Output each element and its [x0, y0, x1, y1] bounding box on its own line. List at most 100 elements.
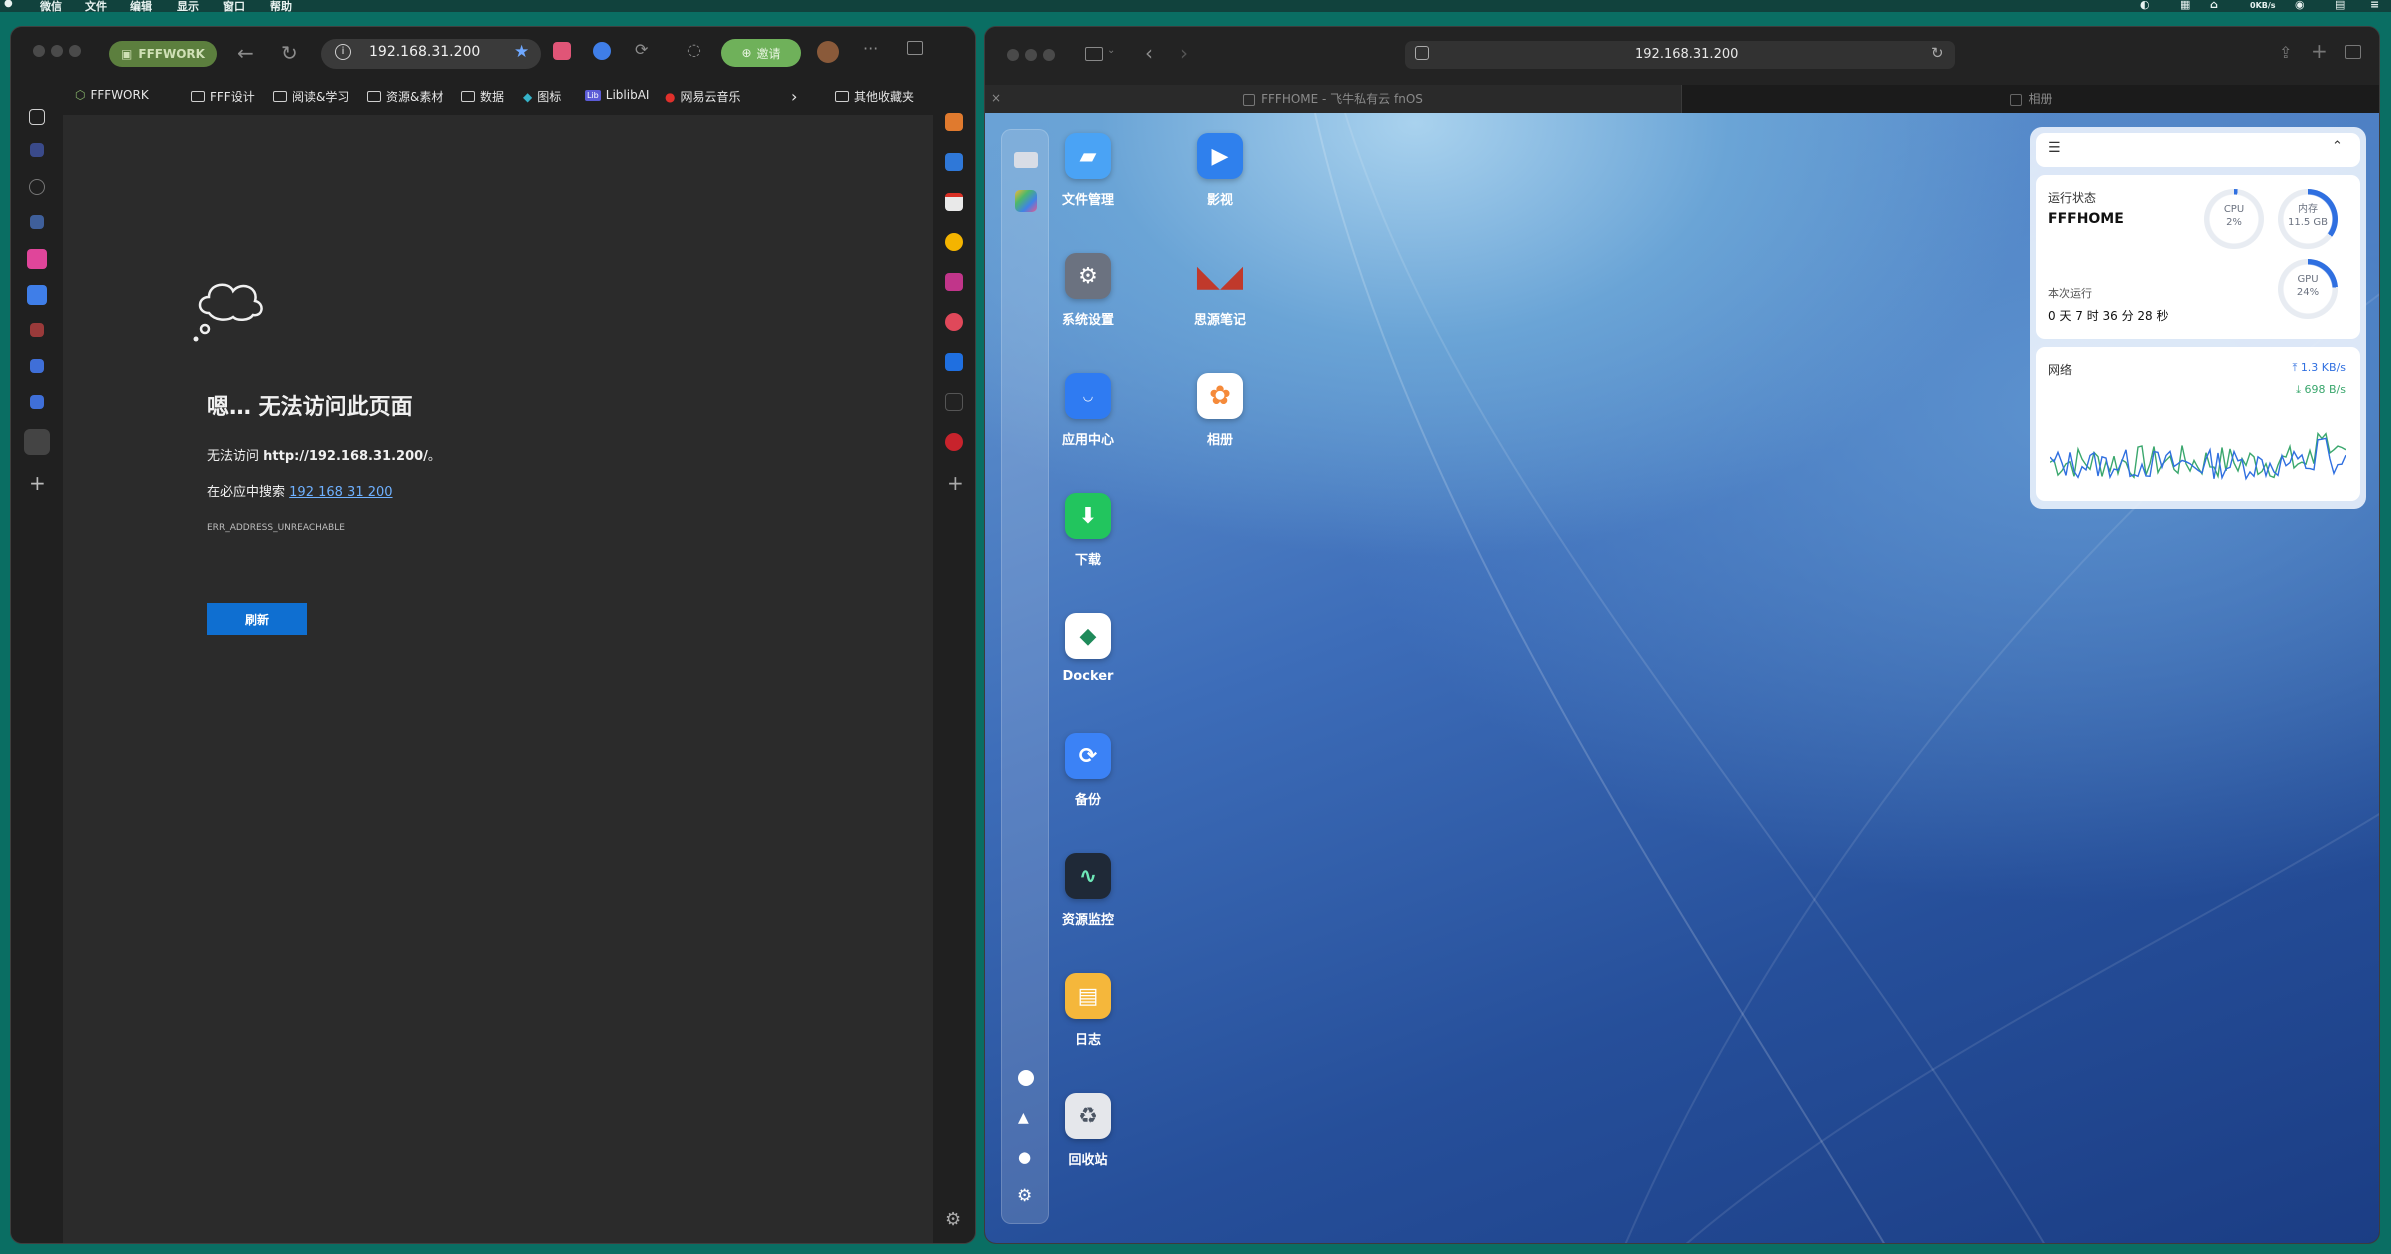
- active-tab-favicon[interactable]: [24, 429, 50, 455]
- settings-gear-icon[interactable]: ⚙: [1017, 1186, 1032, 1206]
- safari-address-text[interactable]: 192.168.31.200: [1635, 47, 1738, 62]
- chat-icon[interactable]: ◌: [687, 40, 701, 59]
- menu-item[interactable]: 帮助: [270, 0, 292, 14]
- menu-item[interactable]: 微信: [40, 0, 62, 14]
- tab-favicon[interactable]: [30, 323, 44, 337]
- bing-search-link[interactable]: 192 168 31 200: [289, 485, 392, 500]
- user-icon[interactable]: ●: [1018, 1148, 1031, 1166]
- reload-icon[interactable]: ↻: [1931, 44, 1944, 62]
- back-icon[interactable]: ←: [237, 41, 254, 65]
- control-center-icon[interactable]: ≡: [2370, 0, 2379, 11]
- app-file-manager[interactable]: ▰ 文件管理: [1033, 133, 1143, 208]
- terminal-icon[interactable]: [945, 393, 963, 411]
- sidebar-toggle-icon[interactable]: [1085, 47, 1103, 61]
- filter-settings-icon[interactable]: ☰: [2048, 140, 2061, 156]
- minimize-window-icon[interactable]: [1025, 49, 1037, 61]
- zoom-window-icon[interactable]: [69, 45, 81, 57]
- compass-icon[interactable]: [1018, 1070, 1034, 1086]
- lock-status-icon[interactable]: ⌂: [2210, 0, 2218, 11]
- tab-favicon[interactable]: [27, 285, 47, 305]
- forward-icon[interactable]: ›: [1180, 41, 1188, 65]
- favorite-folder[interactable]: 数据: [461, 88, 504, 105]
- favorite-liblibai[interactable]: Lib LiblibAI: [585, 88, 649, 102]
- gmail-icon[interactable]: [945, 193, 963, 211]
- tab-fnos[interactable]: FFFHOME - 飞牛私有云 fnOS: [985, 85, 1682, 113]
- app-store[interactable]: ◡ 应用中心: [1033, 373, 1143, 448]
- app-video[interactable]: ▶ 影视: [1165, 133, 1275, 208]
- tab-photos[interactable]: 相册: [1682, 85, 2379, 113]
- back-icon[interactable]: ‹: [1145, 41, 1153, 65]
- address-bar[interactable]: i 192.168.31.200 ★: [321, 39, 541, 69]
- info-icon[interactable]: i: [335, 44, 351, 60]
- favorite-fffwork[interactable]: ⬡ FFFWORK: [75, 88, 149, 102]
- chrome-icon[interactable]: [945, 233, 963, 251]
- favorite-folder[interactable]: FFF设计: [191, 88, 255, 105]
- app-system-settings[interactable]: ⚙ 系统设置: [1033, 253, 1143, 328]
- display-status-icon[interactable]: ▤: [2335, 0, 2345, 11]
- app-resource-monitor[interactable]: ∿ 资源监控: [1033, 853, 1143, 928]
- app-backup[interactable]: ⟳ 备份: [1033, 733, 1143, 808]
- instagram-icon[interactable]: [945, 273, 963, 291]
- favorite-icons[interactable]: ◆ 图标: [523, 88, 561, 105]
- menu-item[interactable]: 文件: [85, 0, 107, 14]
- zoom-window-icon[interactable]: [1043, 49, 1055, 61]
- weibo-icon[interactable]: [945, 313, 963, 331]
- app-siyuan-notes[interactable]: ◣◢ 思源笔记: [1165, 253, 1275, 329]
- new-tab-icon[interactable]: +: [2311, 39, 2328, 63]
- share-icon[interactable]: ⇪: [2279, 43, 2292, 62]
- more-icon[interactable]: ···: [863, 39, 878, 58]
- other-favorites[interactable]: 其他收藏夹: [835, 88, 914, 105]
- safari-address-bar[interactable]: 192.168.31.200 ↻: [1405, 41, 1955, 69]
- menu-item[interactable]: 编辑: [130, 0, 152, 14]
- record-status-icon[interactable]: ◉: [2295, 0, 2305, 11]
- tab-overview-icon[interactable]: [2345, 45, 2361, 59]
- app-docker[interactable]: ◆ Docker: [1033, 613, 1143, 684]
- chevron-right-icon[interactable]: ›: [791, 87, 797, 106]
- menu-item[interactable]: 窗口: [223, 0, 245, 14]
- refresh-button[interactable]: 刷新: [207, 603, 307, 635]
- notification-bell-icon[interactable]: ▲: [1018, 1110, 1029, 1126]
- tab-favicon[interactable]: [30, 395, 44, 409]
- add-sidebar-app-icon[interactable]: +: [947, 471, 964, 495]
- chevron-down-icon[interactable]: ⌄: [1107, 45, 1115, 56]
- settings-gear-icon[interactable]: ⚙: [945, 1209, 961, 1230]
- page-settings-icon[interactable]: [1415, 46, 1429, 60]
- reload-icon[interactable]: ↻: [281, 41, 298, 65]
- toolbox-icon[interactable]: [945, 113, 963, 131]
- error-title: 嗯… 无法访问此页面: [207, 395, 413, 420]
- app-photos[interactable]: ✿ 相册: [1165, 373, 1275, 448]
- qq-icon[interactable]: [945, 353, 963, 371]
- tab-favicon[interactable]: [30, 215, 44, 229]
- refresh-extension-icon[interactable]: ⟳: [635, 40, 648, 59]
- app-download[interactable]: ⬇ 下载: [1033, 493, 1143, 568]
- favorite-netease-music[interactable]: ● 网易云音乐: [665, 88, 741, 105]
- close-window-icon[interactable]: [33, 45, 45, 57]
- globe-icon[interactable]: [29, 179, 45, 195]
- wechat-status-icon[interactable]: ◐: [2140, 0, 2150, 11]
- outlook-icon[interactable]: [945, 153, 963, 171]
- tab-favicon[interactable]: [27, 249, 47, 269]
- new-tab-icon[interactable]: +: [29, 471, 46, 495]
- extension-icon[interactable]: [553, 42, 571, 60]
- avatar[interactable]: [817, 41, 839, 63]
- tab-favicon[interactable]: [30, 143, 44, 157]
- favorite-star-icon[interactable]: ★: [514, 42, 529, 62]
- tab-actions-icon[interactable]: [29, 109, 45, 125]
- menu-item[interactable]: 显示: [177, 0, 199, 14]
- close-window-icon[interactable]: [1007, 49, 1019, 61]
- calendar-status-icon[interactable]: ▦: [2180, 0, 2190, 11]
- favorite-folder[interactable]: 阅读&学习: [273, 88, 349, 105]
- apple-icon[interactable]: ●: [4, 0, 13, 9]
- tab-favicon[interactable]: [30, 359, 44, 373]
- app-log[interactable]: ▤ 日志: [1033, 973, 1143, 1048]
- minimize-window-icon[interactable]: [51, 45, 63, 57]
- favorite-folder[interactable]: 资源&素材: [367, 88, 443, 105]
- app-recycle-bin[interactable]: ♻ 回收站: [1033, 1093, 1143, 1168]
- profile-button[interactable]: ▣ FFFWORK: [109, 41, 217, 67]
- pinterest-icon[interactable]: [945, 433, 963, 451]
- extension-icon[interactable]: [593, 42, 611, 60]
- invite-button[interactable]: ⊕ 邀请: [721, 39, 801, 67]
- address-text[interactable]: 192.168.31.200: [369, 44, 480, 60]
- sidebar-toggle-icon[interactable]: [907, 41, 923, 55]
- collapse-icon[interactable]: ⌃: [2332, 139, 2343, 154]
